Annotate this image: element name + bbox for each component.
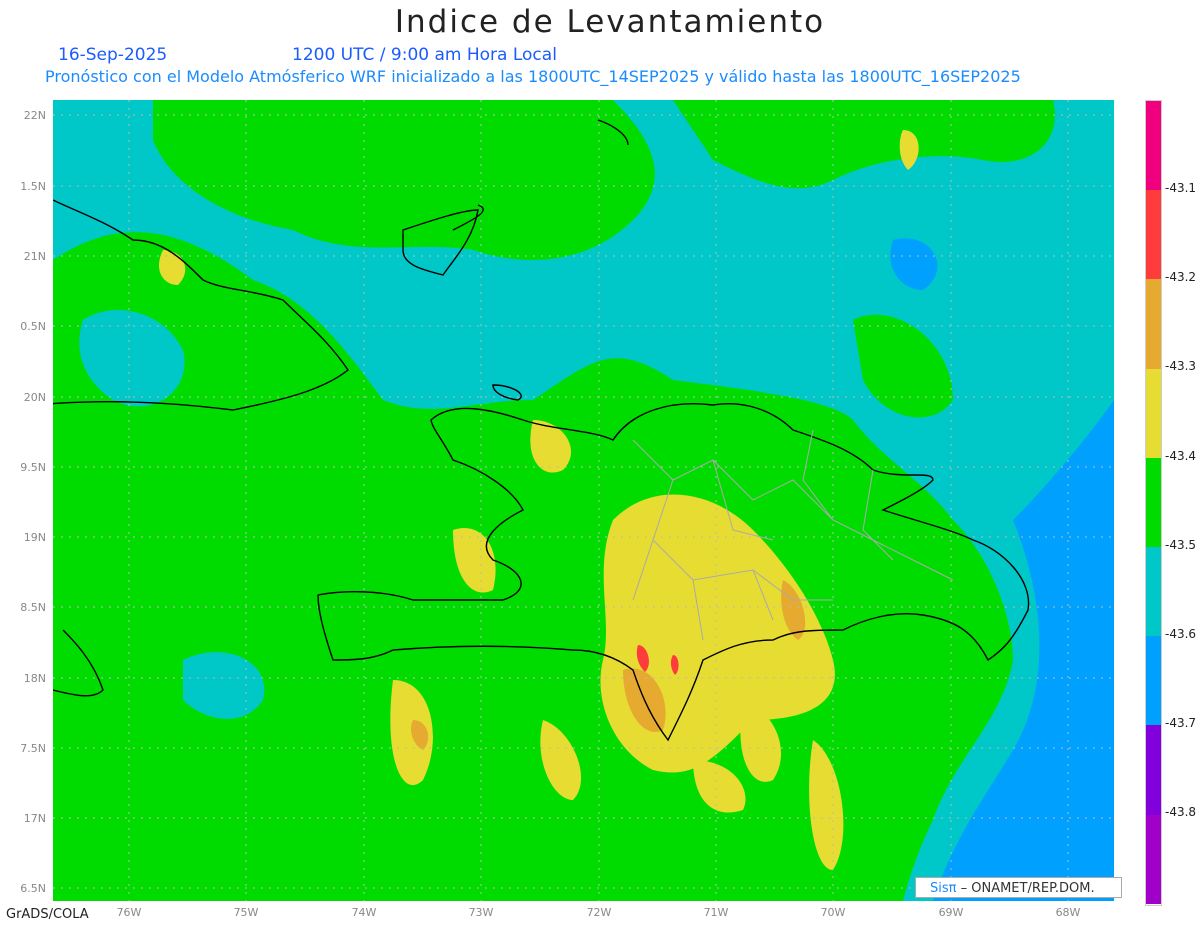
x-label: 72W xyxy=(586,906,612,919)
map-title: Indice de Levantamiento xyxy=(394,4,826,40)
y-label: 6.5N xyxy=(20,882,46,895)
colorbar-label: -43.5 xyxy=(1165,538,1197,552)
colorbar-segment xyxy=(1146,101,1161,191)
y-label: 21N xyxy=(23,250,46,263)
colorbar-label: -43.7 xyxy=(1165,716,1197,730)
x-label: 75W xyxy=(233,906,259,919)
y-label: 22N xyxy=(23,109,46,122)
colorbar-label: -43.8 xyxy=(1165,805,1197,819)
software-credit: GrADS/COLA xyxy=(6,907,89,922)
colorbar-label: -43.3 xyxy=(1165,359,1197,373)
colorbar-segment xyxy=(1146,814,1161,904)
y-label: 8.5N xyxy=(20,601,46,614)
colorbar-segment xyxy=(1146,279,1161,369)
x-label: 70W xyxy=(820,906,846,919)
y-label: 20N xyxy=(23,391,46,404)
y-label: 0.5N xyxy=(20,320,46,333)
y-label: 19N xyxy=(23,531,46,544)
credit-text: – ONAMET/REP.DOM. xyxy=(956,881,1095,896)
y-label: 18N xyxy=(23,672,46,685)
forecast-date: 16-Sep-2025 xyxy=(58,45,168,65)
colorbar xyxy=(1145,100,1162,906)
y-label: 17N xyxy=(23,812,46,825)
y-label: 7.5N xyxy=(20,742,46,755)
x-label: 69W xyxy=(938,906,964,919)
colorbar-segment xyxy=(1146,190,1161,280)
x-label: 76W xyxy=(116,906,142,919)
colorbar-segment xyxy=(1146,636,1161,726)
colorbar-label: -43.4 xyxy=(1165,449,1197,463)
y-label: 1.5N xyxy=(20,180,46,193)
colorbar-segment xyxy=(1146,457,1161,547)
forecast-time: 1200 UTC / 9:00 am Hora Local xyxy=(292,45,557,65)
y-label: 9.5N xyxy=(20,461,46,474)
lifted-index-map xyxy=(53,100,1114,901)
colorbar-segment xyxy=(1146,546,1161,637)
x-label: 74W xyxy=(351,906,377,919)
colorbar-label: -43.6 xyxy=(1165,627,1197,641)
colorbar-label: -43.1 xyxy=(1165,181,1197,195)
x-label: 68W xyxy=(1055,906,1081,919)
colorbar-segment xyxy=(1146,725,1161,815)
x-label: 71W xyxy=(703,906,729,919)
credit-box: Sisπ – ONAMET/REP.DOM. xyxy=(915,877,1122,898)
sispi-logo: Sisπ xyxy=(930,881,957,896)
colorbar-segment xyxy=(1146,368,1161,458)
x-label: 73W xyxy=(468,906,494,919)
forecast-subtitle: Pronóstico con el Modelo Atmósferico WRF… xyxy=(45,67,1021,86)
colorbar-label: -43.2 xyxy=(1165,270,1197,284)
